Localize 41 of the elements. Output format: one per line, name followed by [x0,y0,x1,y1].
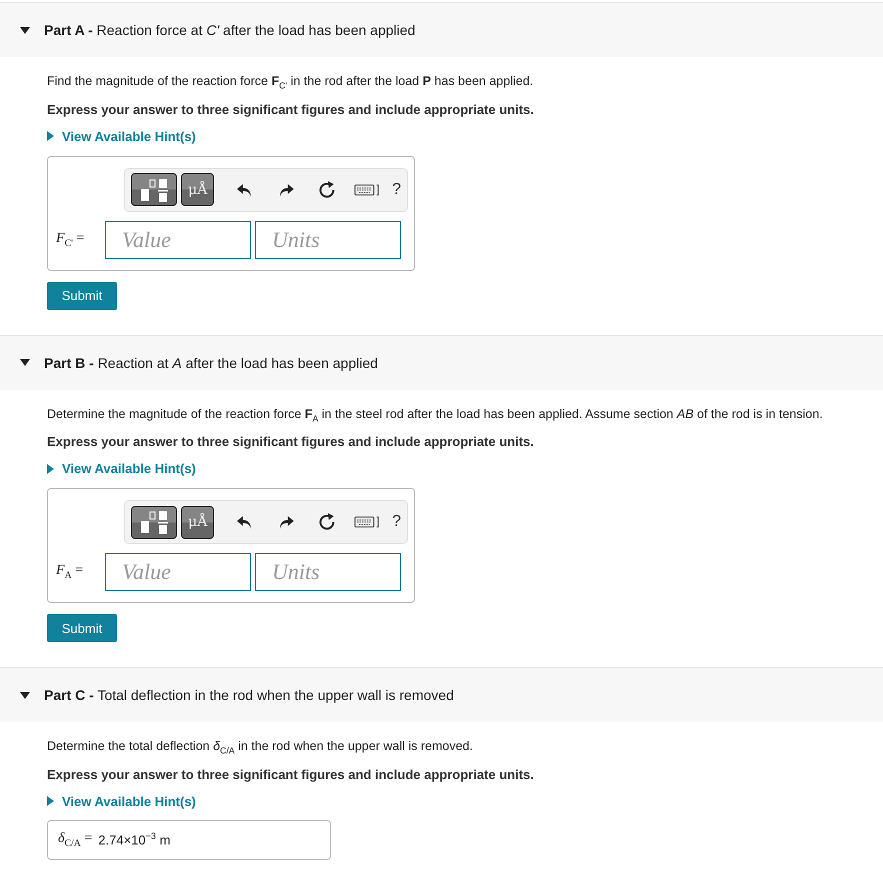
triangle-icon [47,131,54,141]
help-button[interactable]: ? [392,513,401,531]
part-header[interactable]: Part A - Reaction force at C' after the load has been applied [0,2,883,57]
triangle-icon [47,796,54,806]
part-header[interactable]: Part C - Total deflection in the rod when the upper wall is removed [0,667,883,722]
part-title: Part C - Total deflection in the rod when the upper wall is removed [44,687,454,703]
units-button[interactable]: μÅ [181,173,214,206]
hint-link[interactable]: View Available Hint(s) [47,128,196,144]
question-text: Find the magnitude of the reaction force F$_{C'}$ in the rod after the load P has been applied. [47,74,534,90]
variable-label: δ$_{C/A}$ = [58,830,92,848]
instruction-text: Express your answer to three significant figures and include appropriate units. [47,766,534,782]
caret-icon [20,692,30,698]
part-title: Part B - Reaction at A after the load has been applied [44,354,378,370]
submit-button[interactable]: Submit [47,282,117,310]
instruction-text: Express your answer to three significant figures and include appropriate units. [47,434,534,449]
instruction-text: Express your answer to three significant figures and include appropriate units. [47,102,534,116]
templates-button[interactable] [131,506,178,538]
units-field[interactable]: Units [255,553,401,591]
units-field[interactable]: Units [255,220,401,258]
triangle-icon [47,464,54,474]
reset-icon[interactable] [316,512,336,532]
question-text: Determine the magnitude of the reaction force F$_{A}$ in the steel rod after the load has been applied. Assume section AB of the rod is in tension. [47,406,823,423]
keyboard-icon[interactable] [354,515,380,529]
hint-link[interactable]: View Available Hint(s) [47,794,196,808]
help-button[interactable]: ? [392,180,401,198]
variable-label: F$_{A}$ = [56,563,84,581]
units-button[interactable]: μÅ [181,506,214,538]
value-field[interactable]: Value [105,553,251,591]
question-text: Determine the total deflection δ$_{C/A}$ in the rod when the upper wall is removed. [47,739,473,756]
variable-label: F$_{C'}$ = [56,230,86,248]
submit-button[interactable]: Submit [47,614,117,642]
answer-value: 2.74×10$^{−3}$ m [98,831,170,848]
part-title: Part A - Reaction force at C' after the load has been applied [44,22,416,38]
templates-button[interactable] [131,173,178,206]
caret-icon [20,26,30,34]
value-field[interactable]: Value [105,220,251,258]
part-header[interactable]: Part B - Reaction at A after the load has been applied [0,334,883,390]
caret-icon [20,359,30,366]
hint-link[interactable]: View Available Hint(s) [47,461,196,476]
reset-icon[interactable] [316,180,336,200]
keyboard-icon[interactable] [354,182,380,196]
